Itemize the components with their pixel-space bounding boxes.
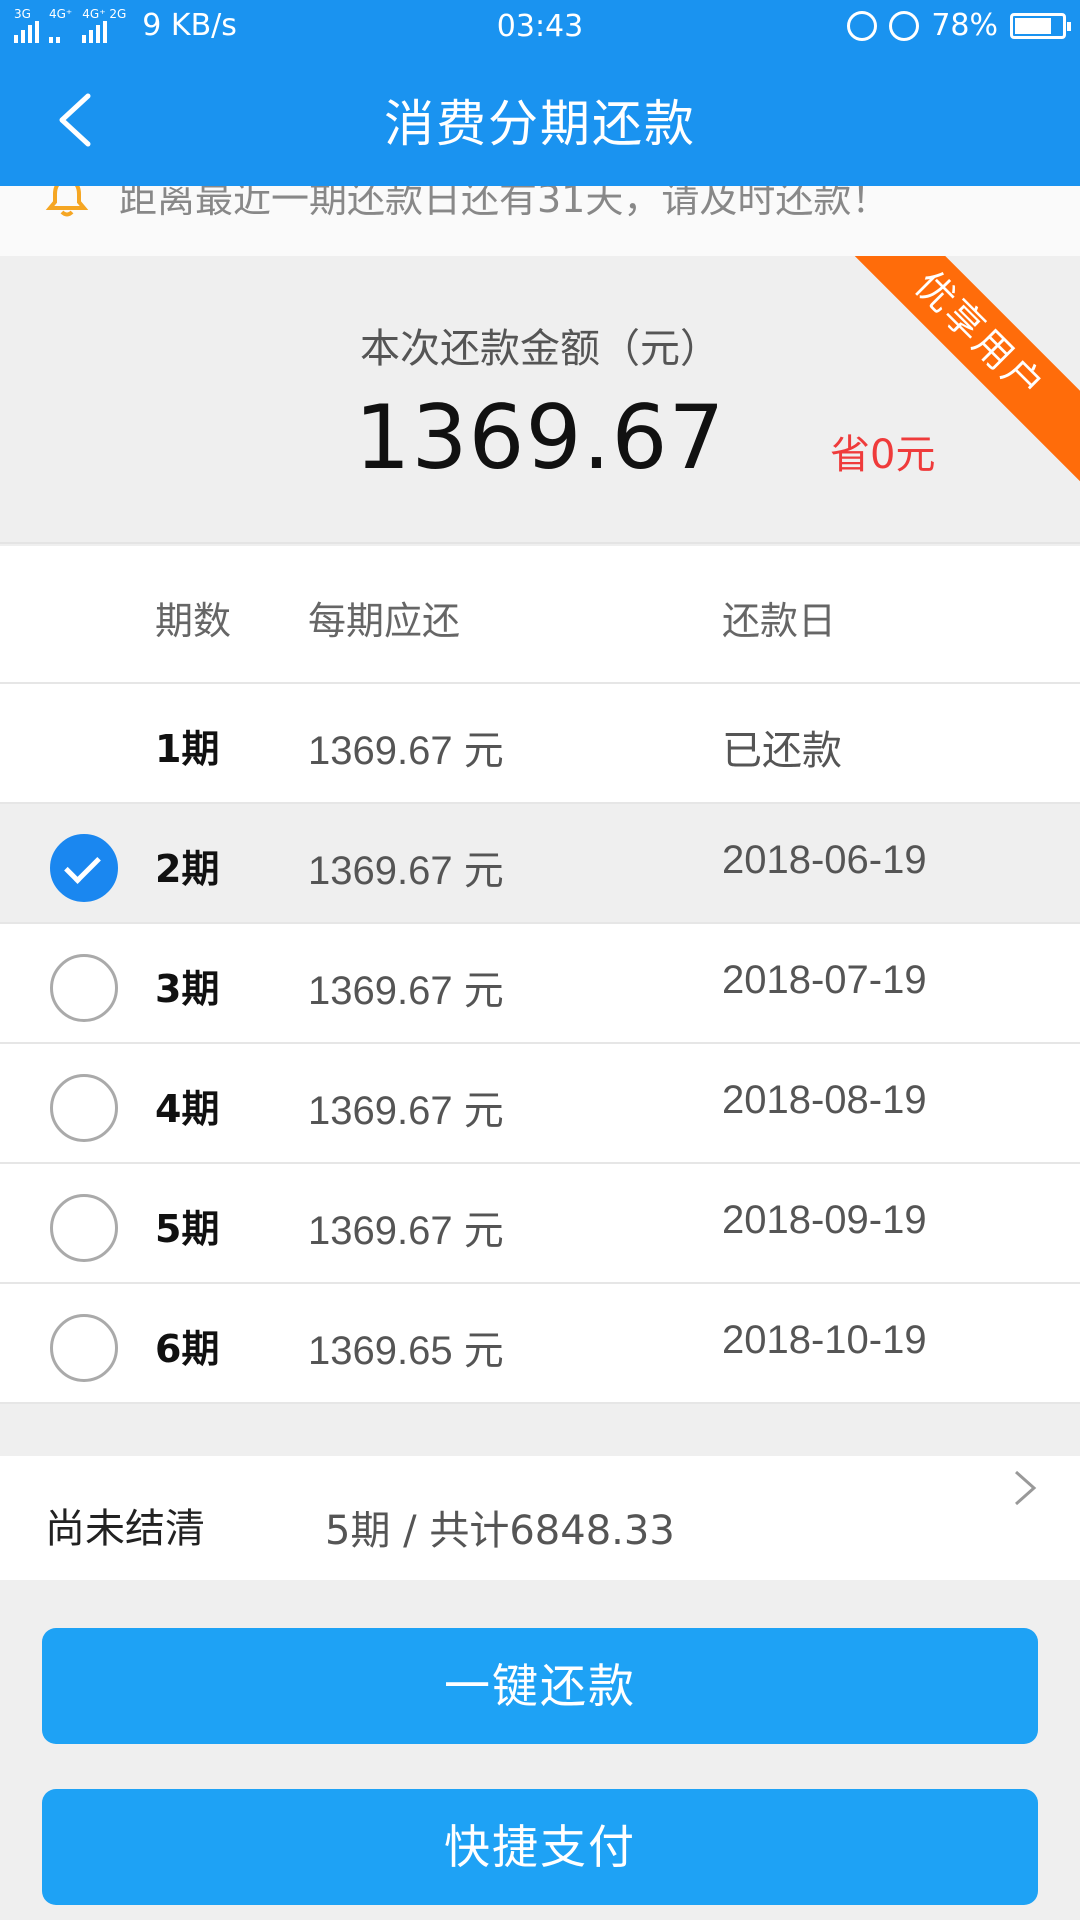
amount-cell: 1369.67 元 xyxy=(308,969,504,1013)
period-cell: 4期 xyxy=(155,1087,220,1131)
status-bar: 3G 4G⁺ 4G⁺ 2G 9 KB/s 03:43 78% xyxy=(0,0,1080,54)
battery-level xyxy=(1015,17,1051,34)
repayment-summary: 本次还款金额（元） 1369.67 省0元 优享用户 xyxy=(0,256,1080,544)
chevron-right-icon xyxy=(1015,1470,1037,1506)
notice-bar: 距离最近一期还款日还有31天，请及时还款！ xyxy=(0,186,1080,256)
amount-cell: 1369.67 元 xyxy=(308,729,504,773)
radio-unchecked-icon[interactable] xyxy=(50,1314,118,1382)
app-header: 消费分期还款 xyxy=(0,54,1080,186)
date-cell: 2018-08-19 xyxy=(722,1078,927,1122)
radio-unchecked-icon[interactable] xyxy=(50,954,118,1022)
amount-cell: 1369.67 元 xyxy=(308,1089,504,1133)
outstanding-label: 尚未结清 xyxy=(45,1506,205,1552)
table-row[interactable]: 4期 1369.67 元 2018-08-19 xyxy=(0,1044,1080,1164)
outstanding-row[interactable]: 尚未结清 5期 / 共计6848.33元 xyxy=(0,1456,1080,1580)
table-row[interactable]: 5期 1369.67 元 2018-09-19 xyxy=(0,1164,1080,1284)
period-cell: 5期 xyxy=(155,1207,220,1251)
notice-text: 距离最近一期还款日还有31天，请及时还款！ xyxy=(119,186,890,221)
amount-cell: 1369.67 元 xyxy=(308,1209,504,1253)
amount-label: 本次还款金额（元） xyxy=(360,326,720,372)
table-row[interactable]: 3期 1369.67 元 2018-07-19 xyxy=(0,924,1080,1044)
quick-pay-button[interactable]: 快捷支付 xyxy=(42,1789,1038,1905)
battery-icon xyxy=(1010,12,1071,39)
table-row: 1期 1369.67 元 已还款 xyxy=(0,684,1080,804)
radio-unchecked-icon[interactable] xyxy=(50,1074,118,1142)
outstanding-value: 5期 / 共计6848.33元 xyxy=(325,1508,675,1554)
header-date: 还款日 xyxy=(722,599,837,643)
date-cell: 2018-10-19 xyxy=(722,1318,927,1362)
status-bar-right: 78% xyxy=(847,8,1071,43)
table-row[interactable]: 6期 1369.65 元 2018-10-19 xyxy=(0,1284,1080,1404)
radio-unchecked-icon[interactable] xyxy=(50,1194,118,1262)
header-amount: 每期应还 xyxy=(308,599,461,643)
date-cell: 已还款 xyxy=(722,729,842,773)
date-cell: 2018-09-19 xyxy=(722,1198,927,1242)
alarm-icon xyxy=(889,10,920,41)
table-row[interactable]: 2期 1369.67 元 2018-06-19 xyxy=(0,804,1080,924)
period-cell: 3期 xyxy=(155,967,220,1011)
table-header: 期数 每期应还 还款日 xyxy=(0,546,1080,684)
amount-cell: 1369.67 元 xyxy=(308,849,504,893)
battery-percent: 78% xyxy=(931,8,998,43)
amount-cell: 1369.65 元 xyxy=(308,1329,504,1373)
header-period: 期数 xyxy=(155,599,232,643)
date-cell: 2018-07-19 xyxy=(722,958,927,1002)
bell-icon xyxy=(45,186,89,216)
period-cell: 2期 xyxy=(155,847,220,891)
date-cell: 2018-06-19 xyxy=(722,838,927,882)
page-title: 消费分期还款 xyxy=(384,95,696,153)
period-cell: 6期 xyxy=(155,1327,220,1371)
period-cell: 1期 xyxy=(155,727,220,771)
installment-table: 期数 每期应还 还款日 1期 1369.67 元 已还款 2期 1369.67 … xyxy=(0,546,1080,1404)
checkbox-checked-icon[interactable] xyxy=(50,834,118,902)
saving-text: 省0元 xyxy=(830,432,936,478)
repay-all-button[interactable]: 一键还款 xyxy=(42,1628,1038,1744)
rotation-lock-icon xyxy=(847,10,878,41)
